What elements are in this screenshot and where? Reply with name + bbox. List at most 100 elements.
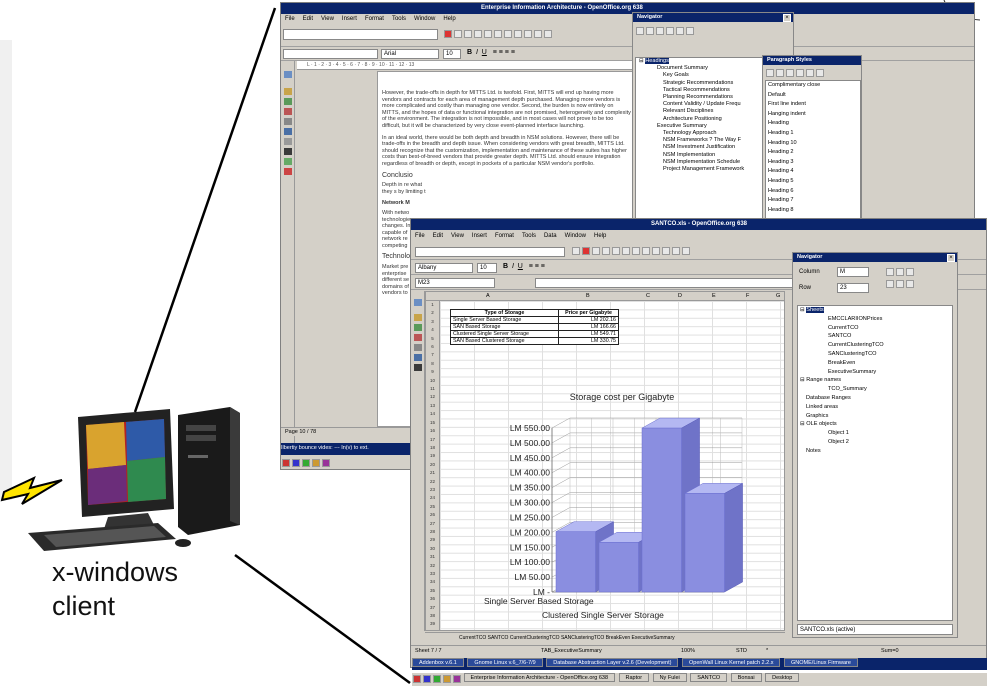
row-number[interactable]: 21	[426, 469, 439, 477]
writer-menubar[interactable]: File Edit View Insert Format Tools Windo…	[281, 14, 974, 25]
redo-icon[interactable]	[662, 247, 670, 255]
calc-titlebar[interactable]: SANTCO.xls - OpenOffice.org 638	[411, 219, 986, 230]
paste-icon[interactable]	[504, 30, 512, 38]
menu-data[interactable]: Data	[544, 231, 557, 242]
align-center-icon[interactable]: ≡	[535, 263, 539, 270]
draw-icon[interactable]	[544, 30, 552, 38]
underline-button[interactable]: U	[482, 49, 487, 56]
table-cell[interactable]: Clustered Single Server Storage	[450, 330, 559, 338]
style-item[interactable]: Heading 7	[768, 196, 860, 206]
menu-file[interactable]: File	[285, 14, 295, 25]
row-number[interactable]: 31	[426, 553, 439, 561]
tree-item[interactable]: BreakEven	[800, 359, 952, 368]
edit-icon[interactable]	[454, 30, 462, 38]
drag-mode-icon[interactable]	[906, 280, 914, 288]
tree-item[interactable]: NSM Implementation Schedule	[639, 159, 764, 166]
style-type-icon[interactable]	[786, 69, 794, 77]
tree-node-headings[interactable]: ⊟ Headings	[639, 58, 764, 65]
row-number[interactable]: 18	[426, 444, 439, 452]
align-left-icon[interactable]: ≡	[493, 49, 497, 56]
row-number[interactable]: 24	[426, 494, 439, 502]
tree-item[interactable]: Tactical Recommendations	[639, 87, 764, 94]
italic-button[interactable]: I	[512, 263, 514, 270]
font-size-select[interactable]: 10	[443, 49, 461, 59]
table-cell[interactable]: LM 166.66	[558, 323, 619, 331]
sheet-tab[interactable]: CurrentTCO SANTCO CurrentClusteringTCO S…	[459, 635, 675, 641]
row-number[interactable]: 15	[426, 419, 439, 427]
menu-format[interactable]: Format	[495, 231, 514, 242]
save-icon[interactable]	[464, 30, 472, 38]
column-header[interactable]: A	[486, 292, 490, 301]
end-icon[interactable]	[906, 268, 914, 276]
styles-titlebar[interactable]: Paragraph Styles	[763, 56, 861, 65]
tree-item[interactable]: ExecutiveSummary	[800, 368, 952, 377]
align-center-icon[interactable]: ≡	[499, 49, 503, 56]
tool-icon[interactable]	[284, 98, 292, 105]
app-icon[interactable]	[302, 459, 310, 467]
task-item[interactable]: Ilbertiy bounce vides: --- In(v) to ext.	[281, 445, 369, 451]
font-name-select[interactable]: Arial	[381, 49, 439, 59]
underline-button[interactable]: U	[518, 263, 523, 270]
calc-navigator-panel[interactable]: Navigator × Column M Row 23 ⊟ Sheets EMC…	[792, 252, 958, 638]
spreadsheet-area[interactable]: A B C D E F G 1 2 3 4 5 6 7 8 9 10 11 12 13 14 15 16 17 1…	[425, 291, 785, 631]
menu-insert[interactable]: Insert	[472, 231, 487, 242]
paragraph-styles-panel[interactable]: Paragraph Styles Complimentary close Def…	[762, 55, 862, 223]
tree-node-linked-areas[interactable]: Linked areas	[800, 403, 952, 412]
tool-icon[interactable]	[284, 71, 292, 78]
row-number[interactable]: 32	[426, 562, 439, 570]
table-header[interactable]: Price per Gigabyte	[558, 309, 619, 317]
cell-reference-field[interactable]: M23	[415, 278, 495, 288]
menu-tools[interactable]: Tools	[522, 231, 536, 242]
row-number[interactable]: 36	[426, 595, 439, 603]
style-select[interactable]	[283, 49, 378, 59]
tree-item[interactable]: Technology Approach	[639, 130, 764, 137]
style-item[interactable]: Heading	[768, 119, 860, 129]
row-number[interactable]: 7	[426, 351, 439, 359]
tree-node-sheets[interactable]: ⊟ Sheets	[800, 306, 952, 315]
new-style-icon[interactable]	[816, 69, 824, 77]
taskbar-item[interactable]: Raptor	[618, 673, 650, 682]
style-item[interactable]: Hanging indent	[768, 110, 860, 120]
navigator-titlebar[interactable]: Navigator	[633, 13, 793, 22]
table-cell[interactable]: Single Server Based Storage	[450, 316, 559, 324]
tree-item[interactable]: Planning Recommendations	[639, 94, 764, 101]
tool-icon[interactable]	[284, 108, 292, 115]
reload-icon[interactable]	[572, 247, 580, 255]
url-field[interactable]	[415, 247, 565, 257]
tree-item[interactable]: Object 2	[800, 438, 952, 447]
row-number[interactable]: 10	[426, 377, 439, 385]
table-cell[interactable]: LM 202.16	[558, 316, 619, 324]
tree-item[interactable]: Content Validity / Update Frequ	[639, 101, 764, 108]
menu-file[interactable]: File	[415, 231, 425, 242]
style-item[interactable]: Default	[768, 91, 860, 101]
tree-item[interactable]: EMCCLARIIONPrices	[800, 315, 952, 324]
column-header[interactable]: B	[586, 292, 590, 301]
reload-icon[interactable]	[444, 30, 452, 38]
column-header[interactable]: E	[712, 292, 716, 301]
table-header[interactable]: Type of Storage	[450, 309, 559, 317]
row-number[interactable]: 14	[426, 410, 439, 418]
row-number[interactable]: 12	[426, 393, 439, 401]
tool-icon[interactable]	[284, 168, 292, 175]
bold-button[interactable]: B	[503, 263, 508, 270]
row-number[interactable]: 29	[426, 536, 439, 544]
tool-icon[interactable]	[284, 148, 292, 155]
menu-help[interactable]: Help	[443, 14, 455, 25]
style-item[interactable]: Heading 3	[768, 158, 860, 168]
tree-item[interactable]: NSM Investment Justification	[639, 144, 764, 151]
table-cell[interactable]: LM 549.71	[558, 330, 619, 338]
bold-button[interactable]: B	[467, 49, 472, 56]
menu-tools[interactable]: Tools	[392, 14, 406, 25]
tree-node-graphics[interactable]: Graphics	[800, 412, 952, 421]
app-icon[interactable]	[413, 675, 421, 683]
tool-icon[interactable]	[414, 344, 422, 351]
font-size-select[interactable]: 10	[477, 263, 497, 273]
italic-button[interactable]: I	[476, 49, 478, 56]
taskbar-item[interactable]: Database Abstraction Layer v.2.6 (Develo…	[546, 658, 679, 667]
style-item[interactable]: Heading 4	[768, 167, 860, 177]
tree-item[interactable]: Project Management Framework	[639, 166, 764, 173]
tree-item[interactable]: Executive Summary	[639, 123, 764, 130]
paste-icon[interactable]	[642, 247, 650, 255]
tool-icon[interactable]	[414, 334, 422, 341]
taskbar-item[interactable]: Addenbox v.6.1	[412, 658, 464, 667]
